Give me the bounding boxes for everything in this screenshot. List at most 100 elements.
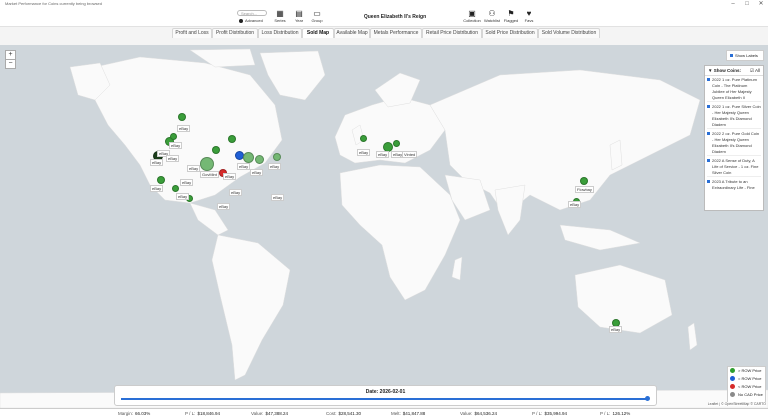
gray-dot-icon [730,392,735,397]
checkbox-icon [707,180,710,183]
favs-button[interactable]: ♥ Favs [518,9,540,25]
coin-marker[interactable] [212,146,220,154]
legend-item: = ROW Price [728,375,765,383]
checkbox-icon [730,54,733,57]
tab-metals-performance[interactable]: Metals Performance [370,28,422,38]
value2-label: Value: [460,411,473,416]
coin-marker[interactable] [393,140,400,147]
status-bar: Margin: 66.03% P / L: $18,846.94 Value: $47… [0,408,768,419]
pl2-stat: P / L: $35,994.94 [532,410,567,418]
coin-marker[interactable] [360,135,367,142]
legend-label: No CAD Price [738,392,763,397]
coin-panel-header[interactable]: ▼ Show Coins: ☑ All [705,66,763,76]
coin-marker[interactable] [172,185,179,192]
pl-stat: P / L: $18,846.94 [185,410,220,418]
tab-sold-price-distribution[interactable]: Sold Price Distribution [482,28,538,38]
coin-marker[interactable] [273,153,281,161]
maximize-icon[interactable]: □ [740,0,754,8]
heart-icon: ♥ [526,9,532,18]
checkbox-icon [707,105,710,108]
world-map[interactable]: + − eBay eBay eBay eBay eBay eBay eBay G… [0,45,768,408]
marketplace-label: eBay [609,326,623,333]
pl2-value: $35,994.94 [544,411,567,416]
marketplace-label: eBay [568,201,582,208]
red-dot-icon [730,384,735,389]
date-slider-handle[interactable] [645,396,650,401]
pl-percent-value: 126.12% [612,411,631,416]
coin-marker[interactable] [178,113,186,121]
tab-sold-map[interactable]: Sold Map [302,28,334,38]
collection-icon: ▣ [468,9,476,18]
tab-retail-price-distribution[interactable]: Retail Price Distribution [422,28,482,38]
coin-marker[interactable] [170,133,177,140]
marketplace-label: eBay [217,203,231,210]
melt-label: Melt: [391,411,401,416]
marketplace-label: eBay [271,194,285,201]
coin-marker[interactable] [200,157,214,171]
tab-loss-distribution[interactable]: Loss Distribution [258,28,302,38]
toolbar: Search... Advanced ▦ Series ▤ Year ▭ Group … [0,8,768,27]
coin-item[interactable]: 2022 1 oz. Pure Silver Coin - Her Majest… [707,104,761,129]
close-icon[interactable]: ✕ [754,0,768,8]
legend-item: > ROW Price [728,367,765,375]
pl-label: P / L: [185,411,196,416]
advanced-button[interactable]: Advanced [239,18,263,23]
margin-value: 66.03% [135,411,151,416]
date-slider-panel: Date: 2026-02-01 [114,385,657,406]
marketplace-label: eBay [150,159,164,166]
coin-item[interactable]: 2022 A Sense of Duty, A Life of Service … [707,158,761,177]
marketplace-label: eBay [223,173,237,180]
checkbox-icon [707,159,710,162]
coin-item[interactable]: 2023 A Tribute to an Extraordinary Life … [707,179,761,191]
coin-marker[interactable] [228,135,236,143]
tab-profit-distribution[interactable]: Profit Distribution [212,28,258,38]
coin-marker[interactable] [255,155,264,164]
tab-available-map[interactable]: Available Map [334,28,370,38]
coin-item[interactable]: 2022 1 oz. Pure Platinum Coin - The Plat… [707,77,761,102]
marketplace-label: eBay [187,165,201,172]
marketplace-label: eBay [357,149,371,156]
date-label: Date: 2026-02-01 [365,389,406,395]
blue-dot-icon [730,376,735,381]
legend-label: < ROW Price [738,384,762,389]
collection-label: Collection [463,18,481,23]
map-attribution[interactable]: Leaflet | © OpenStreetMap © CARTO [707,402,766,406]
marketplace-label: eBay [376,151,390,158]
cost-stat: Cost: $28,541.30 [326,410,361,418]
tab-sold-volume-distribution[interactable]: Sold Volume Distribution [538,28,600,38]
pl-value: $18,846.94 [197,411,220,416]
page-title: Queen Elizabeth II's Reign [363,14,427,20]
marketplace-label: eBay [166,155,180,162]
marketplace-label: eBay [237,163,251,170]
tab-profit-and-loss[interactable]: Profit and Loss [172,28,212,38]
show-labels-toggle[interactable]: Show Labels [726,50,764,61]
collection-button[interactable]: ▣ Collection [461,9,483,25]
value-value: $47,388.24 [265,411,288,416]
coin-marker[interactable] [243,152,254,163]
value2-stat: Value: $64,536.24 [460,410,497,418]
margin-label: Margin: [118,411,134,416]
legend-label: = ROW Price [738,376,762,381]
legend-label: > ROW Price [738,368,762,373]
marketplace-label: eBay [150,185,164,192]
advanced-icon [239,19,243,23]
all-checkbox[interactable]: ☑ All [750,66,760,75]
marketplace-label: eBay [177,125,191,132]
coin-item-label: 2022 2 oz. Pure Gold Coin - Her Majesty … [712,131,760,154]
legend-item: No CAD Price [728,391,765,399]
group-button[interactable]: ▭ Group [306,9,328,25]
zoom-out-button[interactable]: − [5,59,16,69]
coin-marker[interactable] [157,176,165,184]
minimize-icon[interactable]: – [726,0,740,8]
tab-bar: Profit and Loss Profit Distribution Loss… [0,27,768,39]
date-slider-track[interactable] [121,398,649,400]
coin-marker[interactable] [580,177,588,185]
green-dot-icon [730,368,735,373]
marketplace-label: GovMint [200,171,219,178]
margin-stat: Margin: 66.03% [118,410,150,418]
favs-label: Favs [524,18,534,23]
search-input[interactable]: Search... [237,10,267,16]
marketplace-label: eBay [268,163,282,170]
coin-item[interactable]: 2022 2 oz. Pure Gold Coin - Her Majesty … [707,131,761,156]
value-stat: Value: $47,388.24 [251,410,288,418]
